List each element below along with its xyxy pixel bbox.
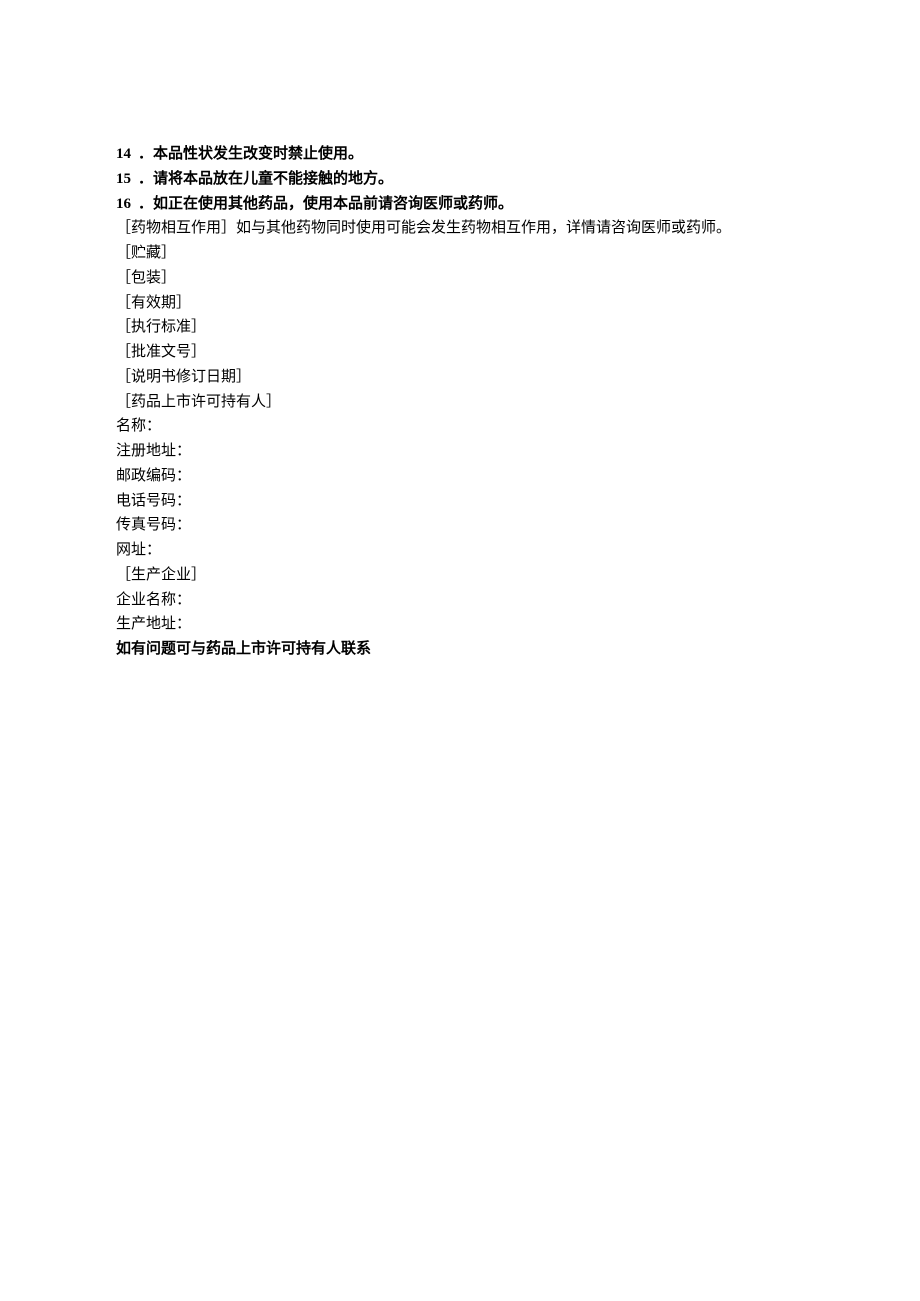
holder-website: 网址： [116,538,810,563]
section-packaging: ［包装］ [116,266,810,291]
numbered-item-15: 15 ．请将本品放在儿童不能接触的地方。 [116,167,810,192]
numbered-item-16: 16 ．如正在使用其他药品，使用本品前请咨询医师或药师。 [116,192,810,217]
item-number: 16 [116,192,138,217]
section-revision-date: ［说明书修订日期］ [116,365,810,390]
item-number: 15 [116,167,138,192]
contact-note: 如有问题可与药品上市许可持有人联系 [116,637,810,662]
section-storage: ［贮藏］ [116,241,810,266]
section-standard: ［执行标准］ [116,315,810,340]
item-number: 14 [116,142,138,167]
section-holder: ［药品上市许可持有人］ [116,390,810,415]
holder-address: 注册地址： [116,439,810,464]
holder-phone: 电话号码： [116,489,810,514]
item-text: ．如正在使用其他药品，使用本品前请咨询医师或药师。 [138,192,513,217]
section-validity: ［有效期］ [116,291,810,316]
item-text: ．请将本品放在儿童不能接触的地方。 [138,167,393,192]
holder-name: 名称： [116,414,810,439]
item-text: ．本品性状发生改变时禁止使用。 [138,142,363,167]
manufacturer-name: 企业名称： [116,588,810,613]
drug-interaction-note: ［药物相互作用］如与其他药物同时使用可能会发生药物相互作用，详情请咨询医师或药师… [116,216,810,241]
section-approval: ［批准文号］ [116,340,810,365]
holder-fax: 传真号码： [116,513,810,538]
section-manufacturer: ［生产企业］ [116,563,810,588]
holder-postal: 邮政编码： [116,464,810,489]
manufacturer-address: 生产地址： [116,612,810,637]
numbered-item-14: 14 ．本品性状发生改变时禁止使用。 [116,142,810,167]
